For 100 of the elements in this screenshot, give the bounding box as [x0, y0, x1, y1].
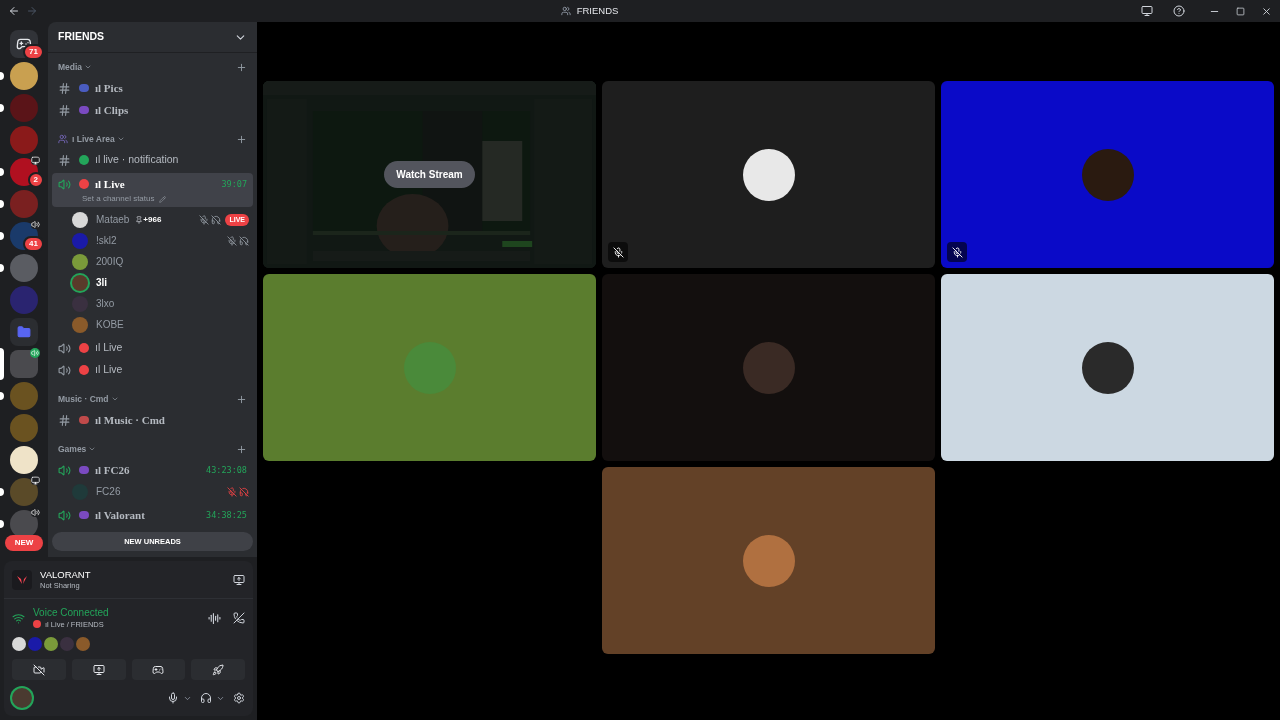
- channel-name: ıl FC26: [95, 462, 130, 478]
- channel-item[interactable]: ıl Live: [52, 361, 253, 379]
- category-icon: [58, 134, 68, 144]
- add-channel-icon[interactable]: [236, 443, 247, 455]
- mic-off-icon: [947, 242, 967, 262]
- channel-item[interactable]: ıl Music · Cmd: [52, 411, 253, 429]
- chevron-icon: [110, 395, 119, 403]
- member-tag: +966: [143, 213, 162, 226]
- window-title: FRIENDS: [576, 3, 619, 18]
- channel-name: ıl Valorant: [95, 507, 145, 523]
- speaker-icon: [58, 508, 71, 522]
- channel-item[interactable]: ıl Live: [52, 339, 253, 357]
- chevron-icon: [116, 135, 125, 143]
- channel-item[interactable]: ıl live · notification: [52, 151, 253, 169]
- channel-name: ıl Clips: [95, 102, 129, 118]
- speaker-icon: [58, 341, 71, 355]
- voice-control-button[interactable]: [191, 659, 245, 680]
- close-icon[interactable]: [1261, 5, 1272, 17]
- channel-name: ıl Pics: [95, 80, 123, 96]
- channel-name: ıl Live: [95, 340, 123, 356]
- server-name: FRIENDS: [58, 29, 105, 45]
- channel-item[interactable]: ıl Live 39:07 Set a channel status: [52, 173, 253, 207]
- new-pill[interactable]: NEW: [4, 534, 44, 551]
- member-name: !skl2: [96, 234, 117, 248]
- channel-item[interactable]: ıl Valorant 34:38:25: [52, 506, 253, 524]
- mic-off-icon: [227, 235, 237, 246]
- call-timer: 43:23:08: [206, 463, 247, 477]
- disconnect-icon[interactable]: [233, 612, 245, 625]
- server-folder[interactable]: [10, 318, 38, 346]
- game-icon: [12, 569, 32, 590]
- channel-status: Set a channel status: [82, 193, 155, 205]
- voice-member[interactable]: KOBE: [48, 314, 257, 335]
- mic-off-icon: [227, 486, 237, 497]
- headphone-off-icon: [239, 235, 249, 246]
- add-channel-icon[interactable]: [236, 61, 247, 73]
- controller-icon: [152, 663, 165, 676]
- voice-control-button[interactable]: [71, 659, 126, 680]
- channel-name: ıl Live: [95, 362, 123, 378]
- speaker-icon: [58, 177, 71, 191]
- chevron-icon: [88, 445, 97, 453]
- inbox-icon[interactable]: [1141, 5, 1153, 17]
- voice-member[interactable]: !skl2: [48, 230, 257, 251]
- voice-control-button[interactable]: [12, 659, 66, 680]
- settings-icon[interactable]: [233, 692, 245, 704]
- channel-item[interactable]: ıl Pics: [52, 79, 253, 97]
- member-name: 200IQ: [96, 255, 124, 269]
- channel-name: ıl live · notification: [95, 152, 179, 168]
- voice-member[interactable]: 3lxo: [48, 293, 257, 314]
- back-icon[interactable]: [8, 5, 20, 17]
- category-name[interactable]: Games: [58, 442, 87, 456]
- share-screen-icon[interactable]: [233, 573, 245, 586]
- category-name[interactable]: ı Live Area: [72, 132, 115, 146]
- hash-icon: [58, 413, 71, 427]
- mic-off-icon: [199, 214, 210, 225]
- headphone-off-icon: [211, 214, 222, 225]
- pin-icon: [135, 215, 144, 224]
- speaker-icon: [58, 463, 71, 477]
- channel-item[interactable]: ıl FC26 43:23:08: [52, 461, 253, 479]
- member-name: KOBE: [96, 318, 124, 332]
- microphone-icon[interactable]: [167, 692, 179, 704]
- channel-item[interactable]: ıl Clips: [52, 101, 253, 119]
- help-icon[interactable]: [1173, 5, 1185, 17]
- mic-off-icon: [608, 242, 628, 262]
- category-name[interactable]: Music · Cmd: [58, 392, 109, 406]
- hash-icon: [58, 153, 71, 167]
- voice-member[interactable]: 3li: [48, 272, 257, 293]
- game-name: VALORANT: [40, 568, 91, 581]
- category-name[interactable]: Media: [58, 60, 83, 74]
- add-channel-icon[interactable]: [236, 393, 247, 405]
- voice-member[interactable]: 200IQ: [48, 251, 257, 272]
- camera-off-icon: [32, 663, 45, 676]
- signal-icon: [12, 611, 25, 625]
- hash-icon: [58, 103, 71, 117]
- member-name: 3lxo: [96, 297, 115, 311]
- badge: 41: [23, 236, 44, 252]
- speaker-icon: [58, 363, 71, 377]
- call-timer: 39:07: [221, 177, 247, 191]
- channel-name: ıl Live: [95, 176, 125, 192]
- selected-indicator: [0, 348, 4, 380]
- voice-member[interactable]: FC26: [48, 481, 257, 502]
- voice-control-button[interactable]: [131, 659, 186, 680]
- noise-suppression-icon[interactable]: [208, 611, 221, 625]
- maximize-icon[interactable]: [1236, 6, 1245, 16]
- rocket-icon: [212, 663, 225, 676]
- add-channel-icon[interactable]: [236, 133, 247, 145]
- avatar: [12, 688, 32, 708]
- pencil-icon: [158, 195, 166, 203]
- member-name: Mataeb: [96, 213, 130, 227]
- headphone-off-icon: [239, 486, 249, 497]
- headphones-icon[interactable]: [200, 692, 212, 704]
- watch-stream-button[interactable]: Watch Stream: [384, 161, 475, 188]
- chevron-icon: [84, 63, 93, 71]
- voice-status: Voice Connected: [33, 607, 109, 620]
- badge: 71: [23, 44, 44, 60]
- stream-tile[interactable]: Watch Stream: [263, 81, 596, 268]
- share-screen-icon: [92, 663, 105, 676]
- call-timer: 34:38:25: [206, 508, 247, 522]
- member-name: FC26: [96, 485, 121, 499]
- hash-icon: [58, 81, 71, 95]
- channel-name: ıl Music · Cmd: [95, 412, 165, 428]
